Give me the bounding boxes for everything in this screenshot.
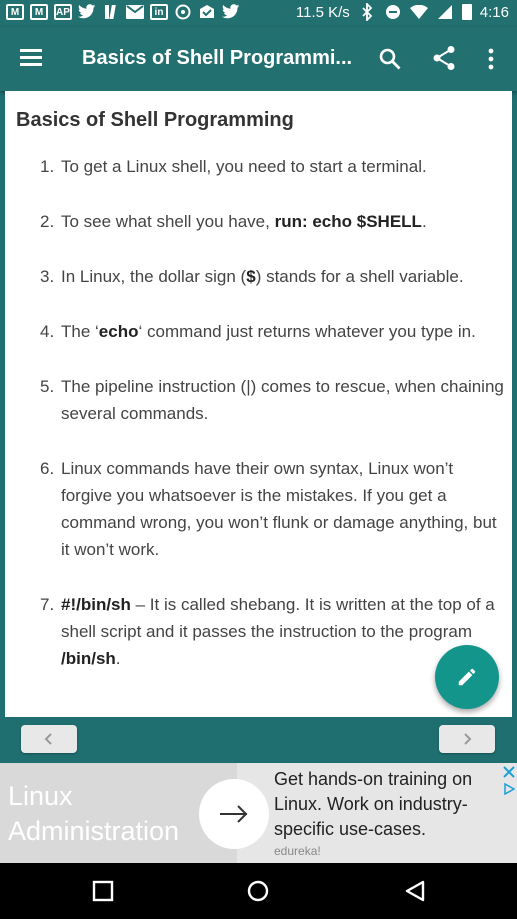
ad-brand: Linux Administration [8,779,179,849]
ad-arrow-button[interactable] [199,779,269,849]
list-item: 2. To see what shell you have, run: echo … [40,208,505,235]
twitter-icon [78,3,96,21]
list-item: 7. #!/bin/sh – It is called shebang. It i… [40,591,505,672]
next-button[interactable] [439,725,495,753]
flipboard-icon [102,3,120,21]
list-item-number: 4. [40,322,55,341]
list-item-text: The pipeline instruction (|) comes to re… [61,377,504,423]
list-item-number: 1. [40,157,55,176]
share-icon[interactable] [432,45,456,71]
gmail-icon: M [6,4,24,20]
previous-button[interactable] [21,725,77,753]
twitter-icon [222,3,240,21]
ad-choices-icon[interactable] [503,783,515,795]
list-item-number: 5. [40,377,55,396]
page-title: Basics of Shell Programmi... [82,47,353,69]
gmail-icon: M [30,4,48,20]
list-item-text: The ‘ [61,322,99,341]
list-item: 6. Linux commands have their own syntax, … [40,455,505,563]
more-options-icon[interactable] [487,47,495,71]
arrow-right-icon [220,805,248,823]
recents-icon[interactable] [92,880,114,902]
page-nav-bar [0,717,517,763]
network-speed: 11.5 K/s [295,3,350,21]
list-item-text: Linux commands have their own syntax, Li… [61,459,497,559]
list-item: 3. In Linux, the dollar sign ($) stands f… [40,263,505,290]
list-item-bold-text: $ [246,267,256,286]
list-item-bold-text: /bin/sh [61,649,116,668]
list-item-number: 2. [40,212,55,231]
signal-icon [436,3,454,21]
ad-banner[interactable]: Linux Administration Get hands-on traini… [0,763,517,863]
list-item-number: 6. [40,459,55,478]
edit-fab-button[interactable] [435,645,499,709]
list-item-text: To see what shell you have, [61,212,275,231]
check-mail-icon [198,3,216,21]
list-item: 4. The ‘echo‘ command just returns whatev… [40,318,505,345]
system-status: 11.5 K/s 4:16 [296,3,509,21]
wifi-icon [409,3,428,21]
list-item-number: 7. [40,595,55,614]
list-item-text: To get a Linux shell, you need to start … [61,157,427,176]
home-icon[interactable] [247,880,269,902]
list-item-number: 3. [40,267,55,286]
chevron-left-icon [44,733,52,745]
app-bar: Basics of Shell Programmi... [0,27,517,91]
linkedin-icon: in [150,4,168,20]
dnd-icon [384,3,402,21]
ad-brand-line1: Linux [8,781,73,811]
status-bar: M M AP in 11.5 K/s 4:16 [0,0,517,27]
list-item-text: ‘ command just returns whatever you type… [138,322,476,341]
numbered-list: 1. To get a Linux shell, you need to star… [40,153,505,672]
ad-brand-line2: Administration [8,816,180,846]
list-item-text: . [421,212,427,231]
back-icon[interactable] [404,880,426,902]
list-item-bold-text: #!/bin/sh [61,595,131,614]
battery-icon [461,4,472,20]
pencil-icon [458,668,476,686]
bluetooth-icon [358,3,376,21]
clock: 4:16 [479,3,509,21]
ad-close-icon[interactable] [503,766,515,778]
list-item: 5. The pipeline instruction (|) comes to … [40,373,505,427]
ap-icon: AP [54,4,72,20]
article-heading: Basics of Shell Programming [16,109,294,131]
list-item-text: In Linux, the dollar sign ( [61,267,247,286]
list-item-bold-text: echo [98,322,139,341]
article-content: Basics of Shell Programming 1. To get a L… [5,91,512,717]
ad-source: edureka! [274,844,321,858]
hamburger-menu-icon[interactable] [20,49,42,67]
ad-text: Get hands-on training on Linux. Work on … [274,769,473,839]
system-nav-bar [0,863,517,919]
search-icon[interactable] [378,47,402,71]
whatsapp-icon [174,3,192,21]
list-item: 1. To get a Linux shell, you need to star… [40,153,505,180]
list-item-bold-text: run: echo $SHELL [274,212,422,231]
mail-icon [126,3,144,21]
list-item-text: ) stands for a shell variable. [255,267,464,286]
list-item-text: . [115,649,121,668]
chevron-right-icon [464,733,472,745]
notification-icons: M M AP in [6,3,240,21]
